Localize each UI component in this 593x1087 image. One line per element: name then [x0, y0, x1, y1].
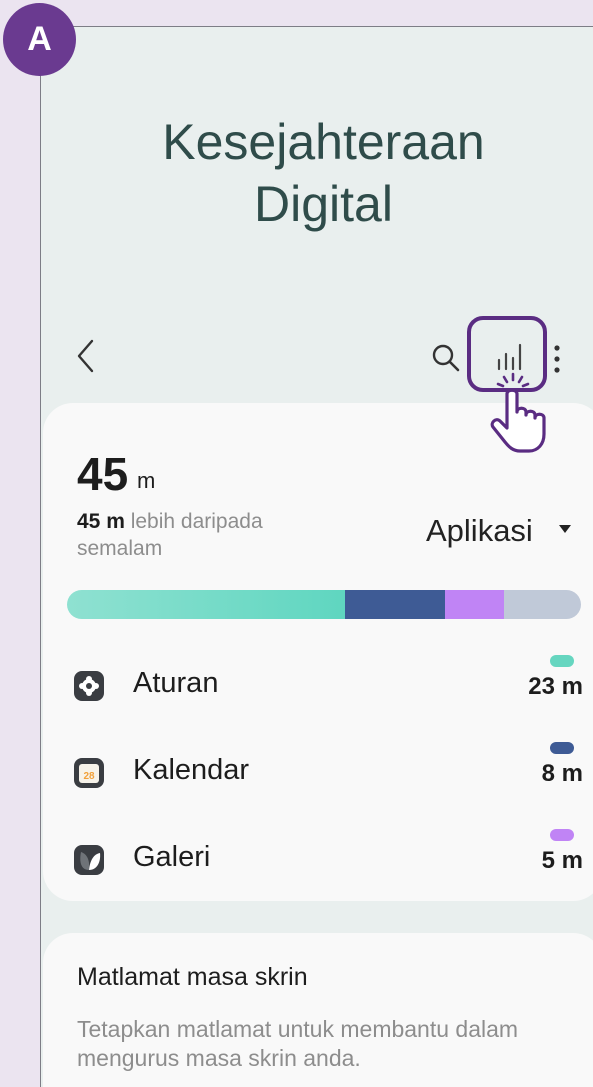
page-title-line-1: Kesejahteraan — [162, 114, 485, 170]
app-color-dot — [550, 655, 574, 667]
app-name: Galeri — [133, 841, 211, 873]
calendar-icon-date: 28 — [83, 771, 95, 782]
usage-card: 45 m 45 m lebih daripada semalam Aplikas… — [43, 403, 593, 901]
tap-hand-icon — [490, 372, 546, 453]
calendar-icon: 28 — [74, 758, 104, 788]
total-usage-unit: m — [137, 468, 156, 493]
goal-title: Matlamat masa skrin — [77, 963, 308, 991]
usage-segment-lain-lain — [503, 590, 581, 619]
app-row-galeri[interactable]: Galeri 5 m — [73, 829, 583, 889]
app-row-kalendar[interactable]: 28 Kalendar 8 m — [73, 742, 583, 802]
app-name: Aturan — [133, 667, 219, 699]
view-dropdown[interactable]: Aplikasi — [426, 513, 533, 549]
usage-segment-aturan — [67, 590, 345, 619]
more-vertical-icon[interactable] — [551, 343, 563, 375]
usage-bar — [67, 590, 581, 619]
gallery-icon — [74, 845, 104, 875]
usage-segment-kalendar — [344, 590, 445, 619]
total-usage-value: 45 — [77, 448, 129, 500]
goal-card[interactable]: Matlamat masa skrin Tetapkan matlamat un… — [43, 933, 593, 1087]
app-name: Kalendar — [133, 754, 250, 786]
usage-segment-galeri — [444, 590, 504, 619]
dropdown-arrow-icon[interactable] — [559, 525, 571, 533]
goal-description: Tetapkan matlamat untuk membantu dalam m… — [77, 1016, 519, 1071]
comparison-amount: 45 m — [77, 510, 125, 533]
page-title-line-2: Digital — [254, 176, 393, 232]
settings-icon — [74, 671, 104, 701]
app-color-dot — [550, 742, 574, 754]
page-title: Kesejahteraan Digital — [41, 111, 593, 235]
app-time: 5 m — [541, 847, 583, 874]
app-time: 23 m — [528, 673, 583, 700]
app-time: 8 m — [541, 760, 583, 787]
bar-chart-icon — [497, 343, 522, 371]
chevron-left-icon[interactable] — [75, 338, 97, 374]
phone-screen: Kesejahteraan Digital 45 m 45 m lebih da… — [40, 26, 593, 1087]
step-badge: A — [3, 3, 76, 76]
comparison-text: 45 m lebih daripada semalam — [77, 508, 337, 562]
app-color-dot — [550, 829, 574, 841]
app-row-aturan[interactable]: Aturan 23 m — [73, 655, 583, 715]
search-icon[interactable] — [431, 343, 461, 373]
